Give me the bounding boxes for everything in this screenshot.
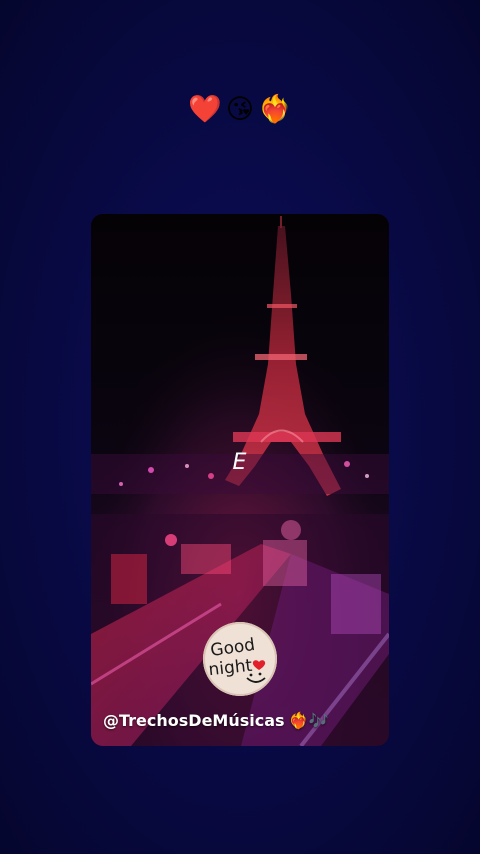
reaction-emoji-row: ❤️ 😘 ❤️‍🔥 — [0, 92, 480, 128]
video-card[interactable]: E Good night @TrechosDeMúsicas ❤️‍🔥🎶 — [91, 214, 389, 746]
watermark-handle[interactable]: @TrechosDeMúsicas ❤️‍🔥🎶 — [103, 708, 328, 734]
watermark-handle-text: @TrechosDeMúsicas — [103, 711, 285, 730]
red-heart-icon[interactable]: ❤️ — [188, 92, 222, 128]
good-night-sticker: Good night — [203, 622, 277, 696]
heart-on-fire-icon[interactable]: ❤️‍🔥 — [258, 92, 292, 128]
lyric-caption: E — [232, 450, 248, 475]
fire-heart-music-icon: ❤️‍🔥🎶 — [288, 711, 329, 730]
story-screen: ❤️ 😘 ❤️‍🔥 — [0, 0, 480, 854]
sticker-text-line2: night — [208, 656, 254, 680]
face-blowing-kiss-icon[interactable]: 😘 — [226, 92, 254, 128]
